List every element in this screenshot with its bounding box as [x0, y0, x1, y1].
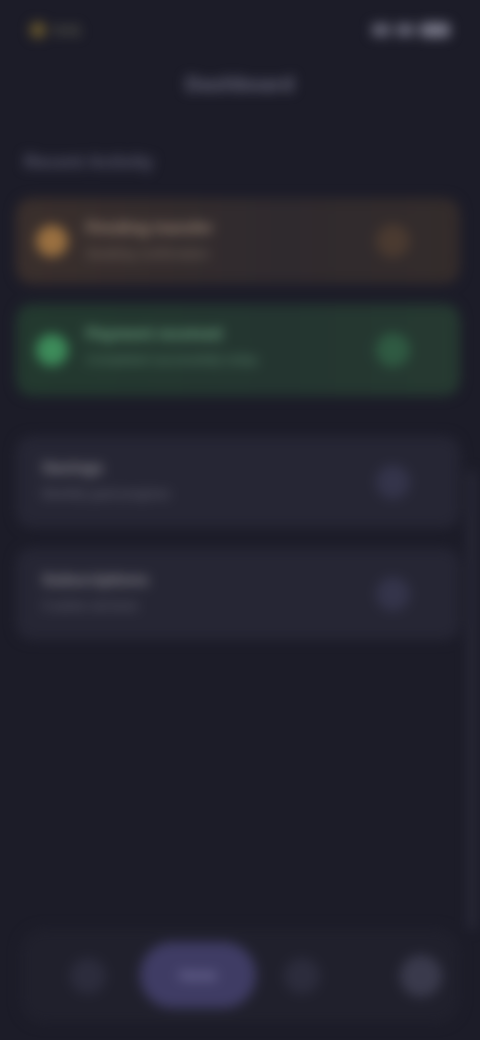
clock-icon: [36, 225, 68, 257]
scrollbar[interactable]: [468, 470, 476, 930]
card-subtitle: 3 active services: [42, 598, 139, 613]
bottom-nav: Home: [20, 928, 460, 1024]
card-subtitle: Awaiting confirmation: [86, 246, 210, 261]
chevron-right-icon[interactable]: [376, 224, 410, 258]
status-left: 9:41: [30, 12, 130, 48]
nav-main-label: Home: [179, 967, 217, 983]
card-subtitle: Monthly goal progress: [42, 486, 170, 501]
nav-main-button[interactable]: Home: [140, 942, 256, 1008]
activity-card-pending[interactable]: Pending transfer Awaiting confirmation: [16, 198, 460, 284]
activity-card-savings[interactable]: Savings Monthly goal progress: [16, 436, 460, 528]
section-title: Recent Activity: [24, 152, 154, 172]
card-text: Payment received Completed successfully …: [86, 326, 360, 367]
battery-icon: [420, 23, 450, 37]
page-title: Dashboard: [185, 74, 295, 96]
status-right: [350, 18, 450, 42]
card-text: Subscriptions 3 active services: [42, 572, 360, 613]
app-screen: 9:41 Dashboard Recent Activity Pending t…: [0, 0, 480, 1040]
profile-icon[interactable]: [400, 955, 442, 997]
card-name: Subscriptions: [42, 572, 149, 589]
recording-indicator-icon: [30, 22, 46, 38]
card-text: Savings Monthly goal progress: [42, 460, 360, 501]
status-bar: 9:41: [0, 0, 480, 60]
card-name: Savings: [42, 460, 104, 477]
card-subtitle: Completed successfully today: [86, 352, 258, 367]
card-name: Payment received: [86, 326, 223, 343]
chart-icon[interactable]: [284, 958, 320, 994]
chevron-right-icon[interactable]: [376, 577, 410, 611]
wifi-icon: [396, 24, 414, 36]
home-icon[interactable]: [70, 958, 106, 994]
status-time: 9:41: [54, 22, 82, 38]
card-name: Pending transfer: [86, 220, 214, 237]
activity-card-received[interactable]: Payment received Completed successfully …: [16, 304, 460, 396]
signal-icon: [372, 24, 390, 36]
card-text: Pending transfer Awaiting confirmation: [86, 220, 360, 261]
chevron-right-icon[interactable]: [376, 465, 410, 499]
activity-card-subscriptions[interactable]: Subscriptions 3 active services: [16, 548, 460, 640]
check-icon: [36, 334, 68, 366]
chevron-right-icon[interactable]: [376, 333, 410, 367]
